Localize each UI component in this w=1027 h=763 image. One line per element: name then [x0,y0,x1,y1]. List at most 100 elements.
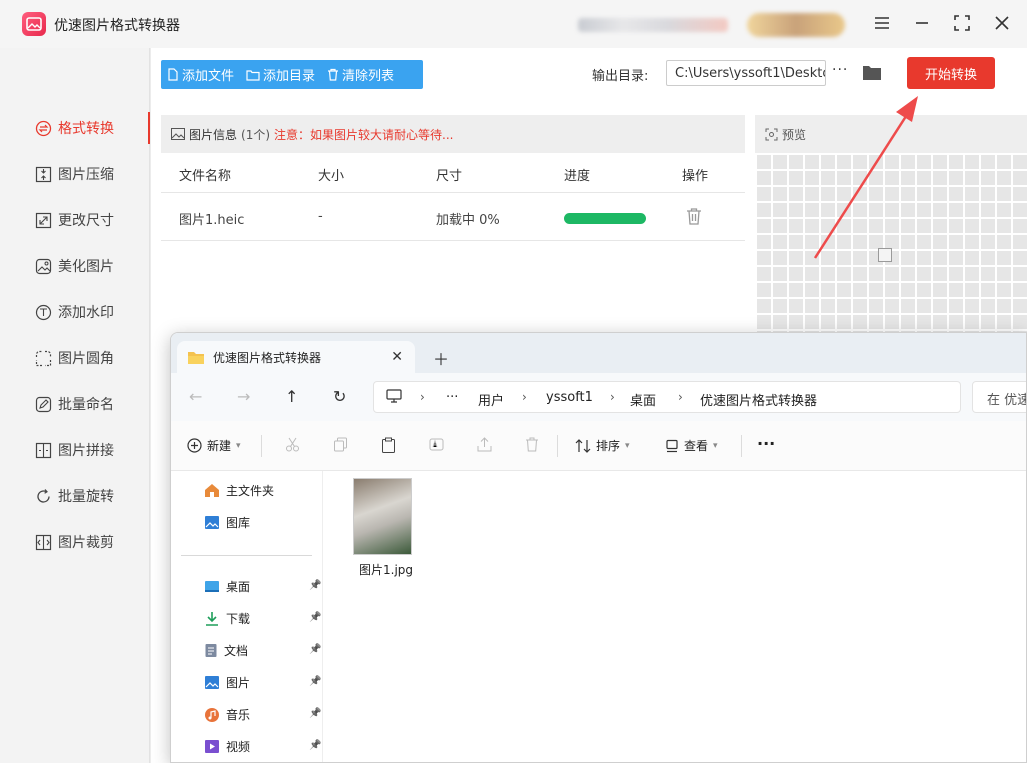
output-dir-label: 输出目录: [592,69,649,84]
up-icon[interactable]: ↑ [285,387,298,406]
sort-icon [575,438,591,453]
address-bar[interactable]: › ··· 用户 › yssoft1 › 桌面 › 优速图片格式转换器 [373,381,961,413]
sidebar-item-watermark[interactable]: 添加水印 [0,292,150,332]
delete-icon[interactable] [525,437,539,452]
delete-icon[interactable] [686,207,702,225]
nav-item-music[interactable]: 音乐 [204,706,250,723]
output-more-button[interactable]: ··· [832,62,848,78]
gallery-icon [204,515,220,530]
pin-icon[interactable]: 📌 [309,580,321,591]
minimize-icon[interactable] [913,12,931,34]
music-icon [204,707,220,723]
info-title: 图片信息 [189,127,238,142]
vip-badge-blurred[interactable] [747,13,845,37]
breadcrumb-desktop[interactable]: 桌面 [630,390,656,409]
sidebar-item-label: 格式转换 [58,121,114,137]
nav-item-label: 文档 [224,644,249,658]
sidebar-item-crop[interactable]: 图片裁剪 [0,522,150,562]
nav-item-label: 视频 [226,740,251,754]
more-options-button[interactable]: ··· [757,434,775,453]
sidebar-item-beautify[interactable]: 美化图片 [0,246,150,286]
cut-icon[interactable] [285,437,300,452]
sidebar-item-stitch[interactable]: 图片拼接 [0,430,150,470]
add-file-button[interactable]: 添加文件 [161,60,240,89]
nav-item-pictures[interactable]: 图片 [204,674,250,691]
explorer-tab[interactable]: 优速图片格式转换器 ✕ [177,341,415,374]
breadcrumb-folder[interactable]: 优速图片格式转换器 [700,390,817,409]
image-icon [171,128,185,140]
refresh-icon[interactable]: ↻ [333,387,346,406]
sidebar-item-label: 图片压缩 [58,167,114,183]
video-icon [204,739,220,754]
open-folder-icon[interactable] [862,64,882,81]
new-tab-icon[interactable]: ＋ [433,346,449,370]
forward-icon[interactable]: → [237,387,250,406]
sidebar-item-compress[interactable]: 图片压缩 [0,154,150,194]
sidebar-item-label: 图片圆角 [58,351,114,367]
sidebar-item-label: 图片裁剪 [58,535,114,551]
command-bar: 新建 ▾ 排序 ▾ 查看 ▾ ··· [171,421,1026,471]
pin-icon[interactable]: 📌 [309,740,321,751]
file-icon [167,68,179,81]
paste-icon[interactable] [381,437,396,453]
menu-icon[interactable] [873,12,891,34]
view-button[interactable]: 查看 ▾ [665,437,718,454]
home-icon [204,483,220,498]
progress-bar [564,213,646,224]
sidebar-item-resize[interactable]: 更改尺寸 [0,200,150,240]
table-row[interactable]: 图片1.heic - 加载中 0% [161,193,745,241]
tab-close-icon[interactable]: ✕ [391,349,403,365]
sidebar-item-format-convert[interactable]: 格式转换 [0,108,150,148]
file-thumbnail[interactable] [353,478,412,555]
trash-icon [327,68,339,81]
nav-item-label: 图片 [226,676,251,690]
search-input[interactable]: 在 优速 [972,381,1026,413]
info-note: 注意：如果图片较大请耐心等待... [274,127,454,142]
sidebar-item-rotate[interactable]: 批量旋转 [0,476,150,516]
back-icon[interactable]: ← [189,387,202,406]
nav-item-label: 音乐 [226,708,251,722]
maximize-icon[interactable] [953,12,971,34]
annotation-arrow [813,96,918,259]
nav-item-desktop[interactable]: 桌面 [204,578,250,595]
copy-icon[interactable] [333,437,348,452]
plus-circle-icon [187,438,202,453]
file-name[interactable]: 图片1.jpg [359,561,413,578]
explorer-tab-title: 优速图片格式转换器 [213,351,322,365]
clear-list-label: 清除列表 [342,69,395,84]
nav-item-label: 桌面 [226,580,251,594]
pin-icon[interactable]: 📌 [309,676,321,687]
nav-item-home[interactable]: 主文件夹 [204,482,274,499]
nav-item-label: 图库 [226,516,251,530]
share-icon[interactable] [477,437,492,452]
close-icon[interactable] [993,12,1011,34]
pin-icon[interactable]: 📌 [309,612,321,623]
col-progress: 进度 [564,169,591,184]
sort-button[interactable]: 排序 ▾ [575,437,630,454]
sort-label: 排序 [596,439,621,453]
nav-item-download[interactable]: 下载 [204,610,250,627]
nav-item-document[interactable]: 文档 [204,642,248,659]
add-dir-button[interactable]: 添加目录 [240,60,321,89]
rename-icon[interactable] [429,437,444,452]
app-title: 优速图片格式转换器 [54,18,180,34]
new-button[interactable]: 新建 ▾ [187,437,241,454]
divider [557,435,558,457]
clear-list-button[interactable]: 清除列表 [321,60,400,89]
sidebar-item-rename[interactable]: 批量命名 [0,384,150,424]
row-name: 图片1.heic [179,213,245,228]
view-icon [665,439,679,453]
explorer-content [323,471,1026,762]
chevron-down-icon: ▾ [236,440,241,451]
sidebar-item-round-corner[interactable]: 图片圆角 [0,338,150,378]
pin-icon[interactable]: 📌 [309,708,321,719]
breadcrumb-user[interactable]: yssoft1 [546,390,593,405]
info-header: 图片信息 (1个) 注意：如果图片较大请耐心等待... [161,115,745,153]
breadcrumb-users[interactable]: 用户 [478,390,504,409]
pin-icon[interactable]: 📌 [309,644,321,655]
nav-item-video[interactable]: 视频 [204,738,250,755]
add-file-label: 添加文件 [182,69,235,84]
nav-item-gallery[interactable]: 图库 [204,514,250,531]
breadcrumb-more[interactable]: ··· [446,390,458,405]
view-label: 查看 [684,439,709,453]
